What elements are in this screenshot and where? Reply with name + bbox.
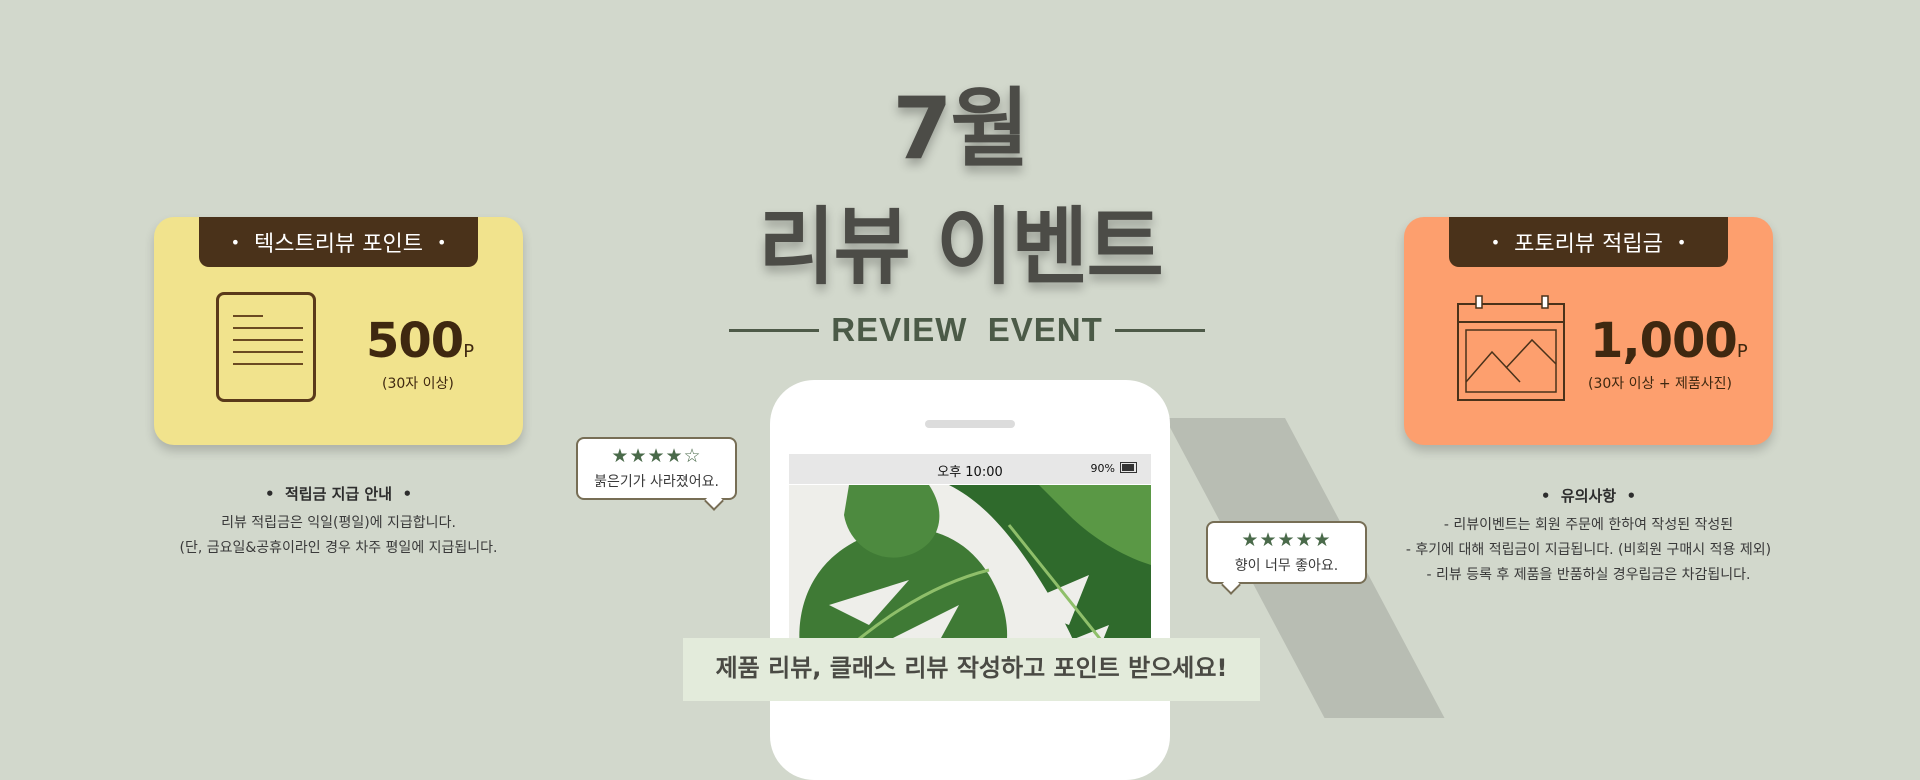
bullet: • xyxy=(436,232,447,252)
point-unit: P xyxy=(463,341,475,362)
cta-banner: 제품 리뷰, 클래스 리뷰 작성하고 포인트 받으세요! xyxy=(683,638,1260,701)
text-review-card: • 텍스트리뷰 포인트 • 500P (30자 이상) xyxy=(154,217,523,445)
document-icon xyxy=(216,292,316,402)
subtitle-row: REVIEW EVENT xyxy=(729,308,1206,352)
notice-info-line: - 리뷰 등록 후 제품을 반품하실 경우립금은 차감됩니다. xyxy=(1426,567,1751,583)
review-text: 향이 너무 좋아요. xyxy=(1234,558,1339,574)
amount-condition: (30자 이상 + 제품사진) xyxy=(1588,376,1732,392)
payout-info: • 적립금 지급 안내 • 리뷰 적립금은 익일(평일)에 지급합니다. (단,… xyxy=(154,482,523,561)
battery-icon xyxy=(1120,462,1137,473)
photo-review-card: • 포토리뷰 적립금 • 1,000P (30자 이상 + 제품사진) xyxy=(1404,217,1773,445)
notice-info-line: - 리뷰이벤트는 회원 주문에 한하여 작성된 작성된 xyxy=(1443,517,1734,533)
month-heading: 7월 xyxy=(892,79,1030,179)
subtitle: REVIEW EVENT xyxy=(831,311,1103,348)
payout-info-title: • 적립금 지급 안내 • xyxy=(264,485,413,503)
payout-info-line: 리뷰 적립금은 익일(평일)에 지급합니다. xyxy=(221,515,456,531)
star-rating: ★★★★☆ xyxy=(611,445,702,467)
bullet: • xyxy=(1490,232,1501,252)
card-header: • 포토리뷰 적립금 • xyxy=(1449,217,1728,267)
phone-status-bar: 오후 10:00 90% xyxy=(789,454,1151,484)
card-header-label: 포토리뷰 적립금 xyxy=(1514,232,1663,257)
photo-frame-icon xyxy=(1457,295,1565,401)
review-text: 붉은기가 사라졌어요. xyxy=(594,474,719,490)
point-amount: 1,000P xyxy=(1590,313,1748,369)
bullet: • xyxy=(1676,232,1687,252)
battery-level: 90% xyxy=(1090,462,1115,475)
point-amount: 500P xyxy=(366,313,475,369)
divider-left xyxy=(729,328,820,332)
card-header-label: 텍스트리뷰 포인트 xyxy=(254,232,423,257)
phone-speaker xyxy=(925,420,1015,428)
bullet: • xyxy=(230,232,241,252)
point-unit: P xyxy=(1736,341,1748,362)
notice-info: • 유의사항 • - 리뷰이벤트는 회원 주문에 한하여 작성된 작성된 - 후… xyxy=(1360,484,1817,588)
amount-condition: (30자 이상) xyxy=(382,376,454,392)
divider-right xyxy=(1114,328,1206,332)
notice-info-line: - 후기에 대해 적립금이 지급됩니다. (비회원 구매시 적용 제외) xyxy=(1405,542,1772,558)
star-rating: ★★★★★ xyxy=(1241,529,1332,551)
notice-info-title: • 유의사항 • xyxy=(1540,487,1637,505)
card-header: • 텍스트리뷰 포인트 • xyxy=(199,217,478,267)
payout-info-line: (단, 금요일&공휴이라인 경우 차주 평일에 지급됩니다. xyxy=(179,540,498,556)
